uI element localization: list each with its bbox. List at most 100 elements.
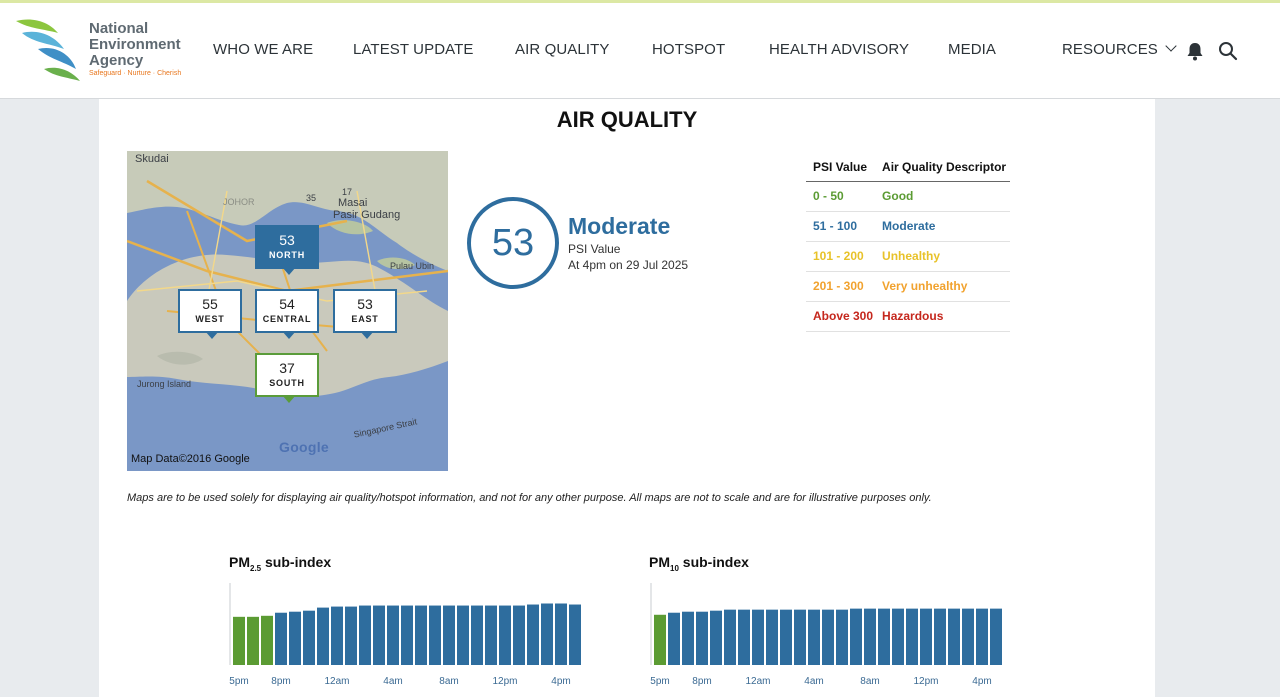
region-callout-south[interactable]: 37 SOUTH [255, 353, 319, 403]
logo-wordmark: National Environment Agency [89, 21, 181, 69]
region-value-west: 55 [202, 296, 218, 312]
pm10-bar[interactable] [906, 608, 918, 665]
region-callout-west[interactable]: 55 WEST [178, 289, 242, 339]
pm10-bar[interactable] [794, 609, 806, 665]
map-label-pulau-ubin: Pulau Ubin [390, 261, 435, 271]
pm25-title-suffix: sub-index [261, 554, 332, 570]
pm25-bar[interactable] [415, 605, 427, 665]
psi-descriptor-very-unhealthy: Very unhealthy [875, 271, 1010, 302]
nav-latest-update[interactable]: LATEST UPDATE [353, 41, 474, 58]
table-row: 101 - 200 Unhealthy [806, 241, 1010, 272]
pm25-bar[interactable] [429, 605, 441, 665]
pm25-bar[interactable] [331, 606, 343, 665]
pm10-bar[interactable] [892, 608, 904, 665]
pm25-bar[interactable] [513, 605, 525, 665]
pm25-bar[interactable] [275, 612, 287, 665]
pm10-bar[interactable] [738, 609, 750, 665]
psi-table-header-value: PSI Value [806, 153, 876, 182]
pm25-bar-chart: 5pm 8pm 12am 4am 8am 12pm 4pm [229, 583, 581, 687]
pm10-bar[interactable] [808, 609, 820, 665]
pm25-bar[interactable] [317, 607, 329, 665]
pm25-bar[interactable] [373, 605, 385, 665]
nav-health-advisory[interactable]: HEALTH ADVISORY [769, 41, 909, 58]
pm25-bar[interactable] [289, 611, 301, 665]
nav-resources-dropdown[interactable]: RESOURCES [1062, 40, 1177, 58]
pm10-bar[interactable] [724, 609, 736, 665]
region-callout-central[interactable]: 54 CENTRAL [255, 289, 319, 339]
pm10-bar[interactable] [766, 609, 778, 665]
map-label-pasir-gudang: Pasir Gudang [333, 209, 401, 221]
pm25-bar[interactable] [527, 604, 539, 665]
pm25-bar[interactable] [555, 603, 567, 666]
logo-line-2: Environment [89, 36, 181, 53]
search-icon[interactable] [1218, 41, 1238, 66]
pm10-bar[interactable] [976, 608, 988, 665]
nav-media[interactable]: MEDIA [948, 41, 996, 58]
pm10-chart-title: PM10 sub-index [649, 554, 749, 573]
pm25-bar[interactable] [471, 605, 483, 665]
psi-value-circle: 53 [467, 197, 559, 289]
logo-line-3: Agency [89, 52, 144, 69]
pm25-bar[interactable] [303, 610, 315, 665]
pm10-bar[interactable] [682, 611, 694, 665]
pm10-bar[interactable] [822, 609, 834, 665]
pm25-x-tick-label: 8am [439, 676, 458, 687]
pm25-title-main: PM [229, 554, 250, 570]
pm10-bar[interactable] [836, 609, 848, 665]
pm10-bar[interactable] [654, 614, 666, 665]
psi-descriptor-hazardous: Hazardous [875, 301, 1010, 332]
page-title: AIR QUALITY [556, 107, 698, 132]
region-value-central: 54 [279, 296, 295, 312]
logo-line-1: National [89, 20, 149, 37]
pm25-bar[interactable] [401, 605, 413, 665]
pm10-title-sub: 10 [670, 563, 679, 573]
pm10-x-tick-label: 5pm [650, 676, 669, 687]
nav-air-quality[interactable]: AIR QUALITY [515, 41, 609, 58]
pm25-x-tick-label: 5pm [229, 676, 248, 687]
pm10-bar[interactable] [780, 609, 792, 665]
pm10-bar[interactable] [850, 608, 862, 665]
map-label-masai: Masai [338, 197, 368, 209]
pm10-x-tick-label: 8pm [692, 676, 711, 687]
nea-logo[interactable]: National Environment Agency Safeguard · … [14, 15, 186, 85]
pm25-x-tick-label: 4am [383, 676, 402, 687]
pm25-title-sub: 2.5 [250, 563, 262, 573]
psi-table-header-row: PSI Value Air Quality Descriptor [806, 153, 1010, 182]
region-callout-north[interactable]: 53 NORTH [255, 225, 319, 275]
pm10-bar-chart: 5pm 8pm 12am 4am 8am 12pm 4pm [650, 583, 1002, 687]
pm25-bar[interactable] [261, 615, 273, 665]
pm10-bar[interactable] [948, 608, 960, 665]
pm25-bar[interactable] [359, 605, 371, 665]
pm25-bar[interactable] [247, 616, 259, 665]
pm10-bar[interactable] [864, 608, 876, 665]
pm10-bar[interactable] [878, 608, 890, 665]
pm25-bar[interactable] [345, 606, 357, 665]
pm10-bar[interactable] [962, 608, 974, 665]
region-callout-east[interactable]: 53 EAST [333, 289, 397, 339]
pm25-bar[interactable] [485, 605, 497, 665]
singapore-psi-map[interactable]: Skudai JOHOR Masai Pasir Gudang Pulau Ub… [127, 151, 448, 471]
nav-hotspot[interactable]: HOTSPOT [652, 41, 725, 58]
pm10-bar[interactable] [710, 610, 722, 665]
pm10-bar[interactable] [752, 609, 764, 665]
psi-range-moderate: 51 - 100 [806, 211, 876, 242]
pm25-bar[interactable] [541, 603, 553, 666]
map-label-johor: JOHOR [223, 197, 255, 207]
pm10-bar[interactable] [696, 611, 708, 665]
google-logo: Google [279, 439, 330, 455]
pm10-bar[interactable] [920, 608, 932, 665]
pm25-bar[interactable] [387, 605, 399, 665]
pm25-bar[interactable] [233, 616, 245, 665]
site-header: National Environment Agency Safeguard · … [0, 3, 1280, 99]
pm10-bar[interactable] [668, 612, 680, 665]
pm25-bar[interactable] [457, 605, 469, 665]
pm25-bar[interactable] [499, 605, 511, 665]
bell-icon[interactable] [1186, 41, 1204, 66]
region-name-south: SOUTH [269, 378, 305, 388]
pm25-bar[interactable] [569, 604, 581, 665]
pm25-bar[interactable] [443, 605, 455, 665]
nav-who-we-are[interactable]: WHO WE ARE [213, 41, 313, 58]
psi-descriptor-unhealthy: Unhealthy [875, 241, 1010, 272]
pm10-bar[interactable] [934, 608, 946, 665]
pm10-bar[interactable] [990, 608, 1002, 665]
